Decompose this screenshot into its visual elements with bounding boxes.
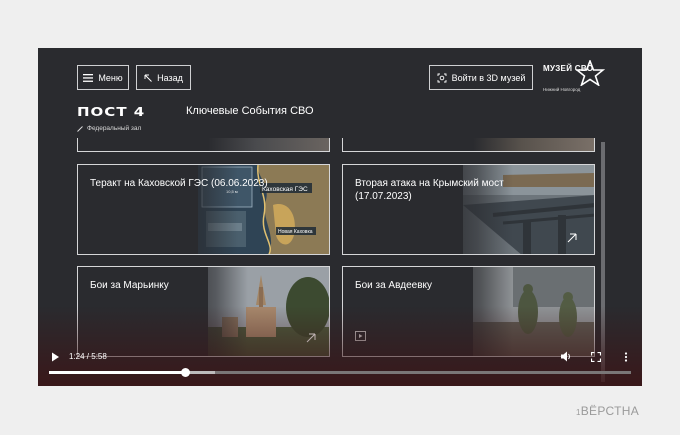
section-title: Ключевые События СВО [186,105,314,117]
hall-label: Федеральный зал [77,125,141,132]
card-label: Теракт на Каховской ГЭС (06.06.2023) [90,178,268,189]
player-controls-overlay [38,306,642,386]
card-label: Бои за Авдеевку [355,280,433,291]
menu-button[interactable]: Меню [77,65,129,90]
post-title: ПОСТ 4 [77,104,146,120]
menu-label: Меню [98,72,123,83]
arrow-up-right-icon [567,233,577,243]
3d-view-icon [437,73,447,82]
pencil-icon [77,125,83,132]
card-partial-left[interactable] [77,138,330,152]
map-city-label: Новая Каховка [278,229,313,235]
event-card-crimean-bridge[interactable]: Вторая атака на Крымский мост (17.07.202… [342,164,595,255]
progress-played [49,371,186,374]
hall-label-text: Федеральный зал [87,125,142,132]
play-icon[interactable] [51,352,60,362]
brand-text: ВЁРСТНА [580,404,640,418]
arrow-up-left-icon [144,74,152,82]
enter-3d-museum-label: Войти в 3D музей [451,72,526,83]
brand-watermark: 1ВЁРСТНА [576,404,639,418]
volume-icon[interactable] [560,351,572,362]
time-display: 1:24 / 5:58 [69,352,107,361]
back-button[interactable]: Назад [136,65,191,90]
more-options-icon[interactable] [624,352,628,362]
event-card-kakhovka[interactable]: Каховская ГЭС Новая Каховка 10,5 м Терак… [77,164,330,255]
card-label: Бои за Марьинку [90,280,169,291]
video-frame: Меню Назад Войти в 3D музей МУЗЕЙ СВО Ни… [38,48,642,386]
hamburger-icon [83,73,94,82]
fullscreen-icon[interactable] [591,352,601,362]
museum-logo[interactable]: МУЗЕЙ СВО Нижний Новгород [543,58,613,98]
progress-bar[interactable] [49,368,631,377]
back-label: Назад [157,72,183,83]
card-partial-right[interactable] [342,138,595,152]
enter-3d-museum-button[interactable]: Войти в 3D музей [429,65,533,90]
card-label: Вторая атака на Крымский мост (17.07.202… [355,178,504,202]
logo-city: Нижний Новгород [543,87,581,92]
star-icon [575,60,605,86]
